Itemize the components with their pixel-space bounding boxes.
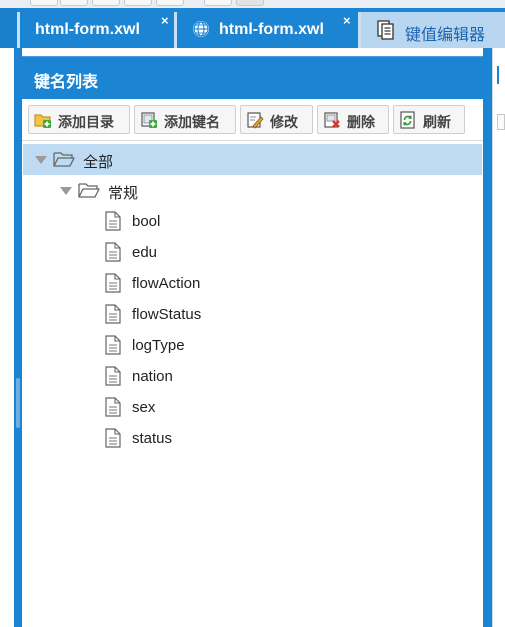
top-strip-button[interactable]: [92, 0, 120, 6]
refresh-icon: [400, 111, 415, 129]
tree-leaf[interactable]: flowAction: [23, 268, 482, 299]
top-strip-button[interactable]: [30, 0, 58, 6]
tab-key-value-editor[interactable]: 键值编辑器: [361, 12, 505, 48]
tab-label: html-form.xwl: [35, 21, 140, 38]
close-icon[interactable]: ×: [343, 14, 351, 27]
tree-leaf[interactable]: flowStatus: [23, 299, 482, 330]
tree-node-label: 常规: [108, 185, 139, 202]
panel-title: 键名列表: [34, 74, 99, 91]
tab-bar-cap: [0, 8, 17, 48]
button-label: 修改: [270, 114, 298, 130]
top-strip-button[interactable]: [124, 0, 152, 6]
document-icon: [105, 304, 121, 324]
add-item-icon: [141, 112, 157, 128]
tree-leaf-label: sex: [132, 399, 156, 416]
top-strip-button[interactable]: [204, 0, 232, 6]
tree-node-label: 全部: [83, 154, 114, 171]
tab-label: 键值编辑器: [405, 27, 486, 44]
tree-leaf[interactable]: status: [23, 423, 482, 454]
document-icon: [105, 397, 121, 417]
tree-node-group[interactable]: 常规: [23, 175, 482, 206]
edit-icon: [247, 112, 264, 129]
adjacent-panel-control[interactable]: [497, 114, 505, 130]
tree-leaf[interactable]: logType: [23, 330, 482, 361]
tree-leaf[interactable]: bool: [23, 206, 482, 237]
button-label: 删除: [347, 114, 375, 130]
top-strip: [0, 0, 505, 8]
refresh-button[interactable]: 刷新: [393, 105, 465, 134]
right-frame: [483, 48, 492, 627]
collapse-handle[interactable]: [16, 378, 20, 428]
tab-html-form-2[interactable]: html-form.xwl ×: [177, 12, 361, 48]
delete-icon: [324, 112, 340, 128]
document-icon: [105, 366, 121, 386]
tree-node-root[interactable]: 全部: [23, 144, 482, 175]
left-frame: [14, 48, 22, 627]
add-directory-button[interactable]: 添加目录: [28, 105, 130, 134]
document-icon: [105, 428, 121, 448]
tree-leaf-label: logType: [132, 337, 185, 354]
top-strip-button[interactable]: [236, 0, 264, 6]
tree-leaf-label: flowAction: [132, 275, 201, 292]
globe-icon: [193, 21, 209, 37]
document-icon: [105, 273, 121, 293]
edit-button[interactable]: 修改: [240, 105, 313, 134]
document-icon: [105, 211, 121, 231]
tree-leaf[interactable]: nation: [23, 361, 482, 392]
button-label: 刷新: [423, 114, 451, 130]
top-strip-button[interactable]: [156, 0, 184, 6]
tree-leaf-label: nation: [132, 368, 173, 385]
button-label: 添加键名: [164, 114, 220, 130]
add-key-button[interactable]: 添加键名: [134, 105, 236, 134]
delete-button[interactable]: 删除: [317, 105, 389, 134]
close-icon[interactable]: ×: [161, 14, 169, 27]
tab-html-form-1[interactable]: html-form.xwl ×: [17, 12, 177, 48]
folder-open-icon: [78, 183, 100, 198]
add-folder-icon: [34, 114, 51, 128]
tree-leaf[interactable]: sex: [23, 392, 482, 423]
expand-arrow-icon[interactable]: [35, 156, 47, 164]
key-list-panel: 键名列表 添加目录 添加键名 修改 删除 刷新 全部 常规 bool edu f…: [22, 56, 483, 627]
tree-leaf-label: edu: [132, 244, 158, 261]
document-icon: [105, 335, 121, 355]
folder-open-icon: [53, 152, 75, 167]
button-label: 添加目录: [58, 114, 114, 130]
top-strip-button[interactable]: [60, 0, 88, 6]
toolbar: 添加目录 添加键名 修改 删除 刷新: [22, 99, 483, 141]
tab-label: html-form.xwl: [219, 21, 324, 38]
tab-bar: html-form.xwl × html-form.xwl × 键值编辑器: [0, 8, 505, 48]
tree-leaf-label: bool: [132, 213, 161, 230]
tree-leaf-label: status: [132, 430, 173, 447]
panel-header: 键名列表: [22, 56, 483, 99]
tree-leaf[interactable]: edu: [23, 237, 482, 268]
adjacent-panel: [492, 48, 505, 627]
adjacent-panel-edge: [497, 66, 499, 84]
expand-arrow-icon[interactable]: [60, 187, 72, 195]
editor-icon: [377, 20, 394, 40]
document-icon: [105, 242, 121, 262]
tree-leaf-label: flowStatus: [132, 306, 202, 323]
